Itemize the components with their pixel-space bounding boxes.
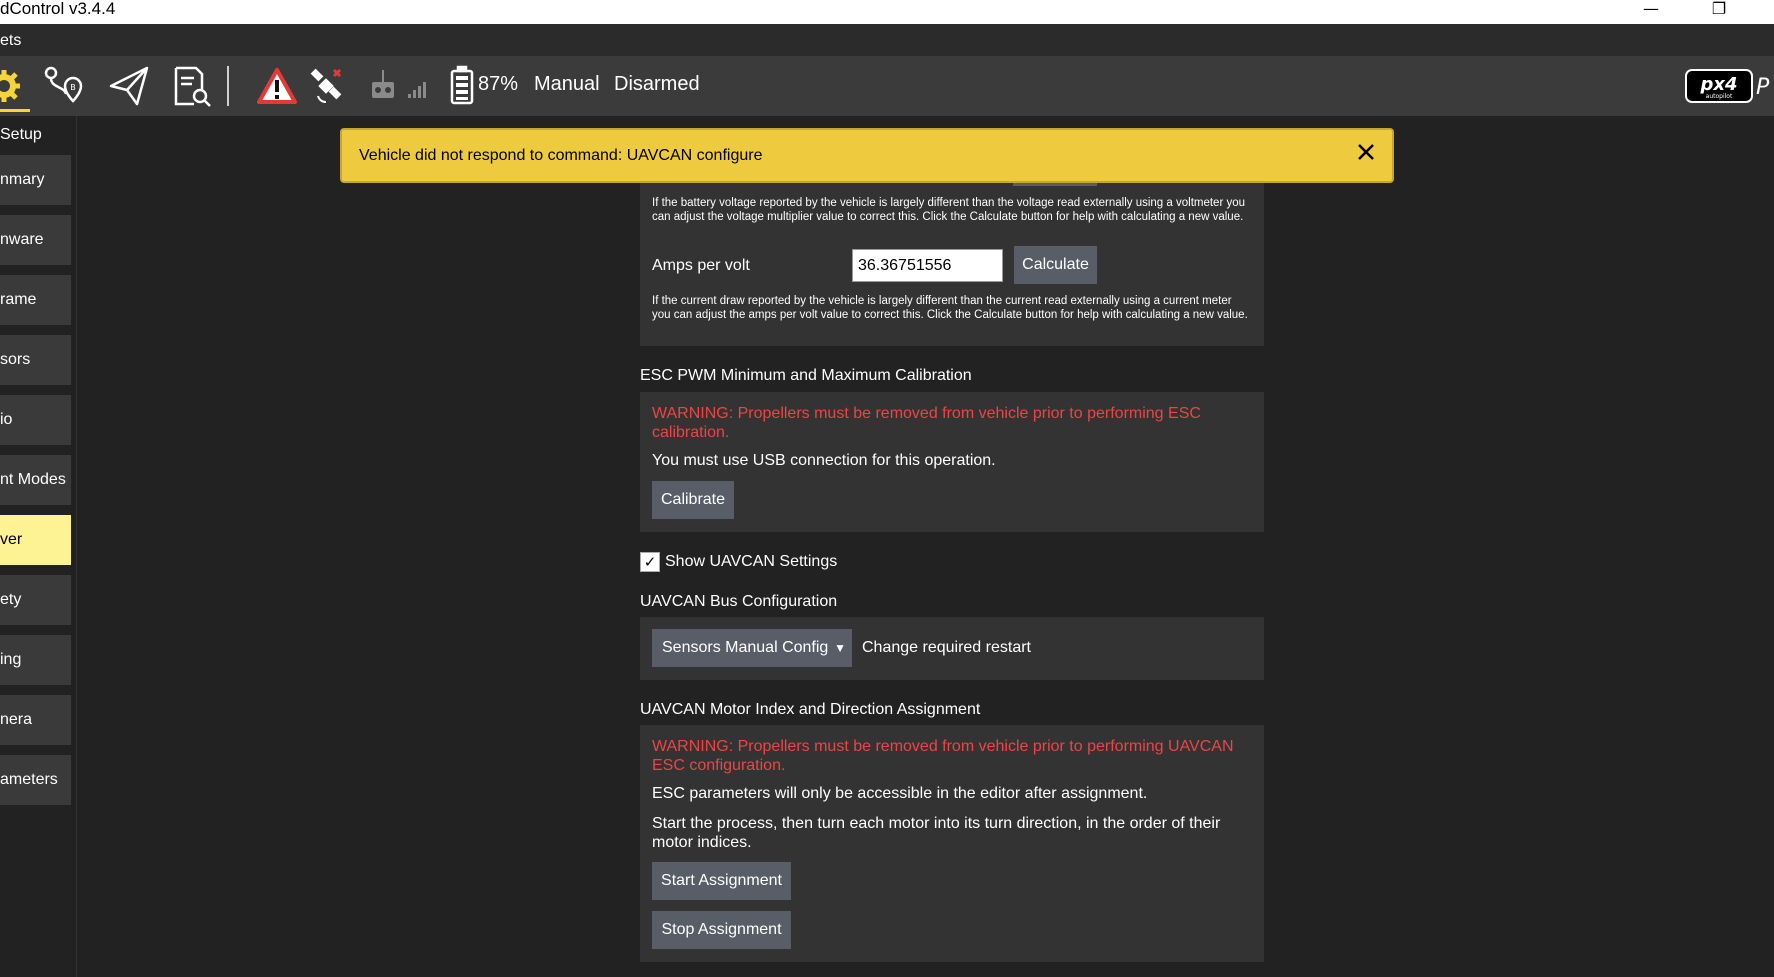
uavcan-bus-title: UAVCAN Bus Configuration	[640, 593, 838, 610]
voltage-help-text: If the battery voltage reported by the v…	[652, 197, 1246, 223]
arm-status[interactable]: Disarmed	[614, 73, 700, 96]
show-uavcan-checkbox[interactable]: ✓	[640, 552, 660, 572]
fly-paper-plane-icon[interactable]	[107, 64, 151, 108]
sidebar-item-airframe[interactable]: rame	[0, 275, 71, 325]
amps-calculate-button[interactable]: Calculate	[1014, 246, 1097, 284]
uavcan-warning-text: WARNING: Propellers must be removed from…	[652, 738, 1234, 774]
sidebar-item-summary[interactable]: nmary	[0, 155, 71, 205]
px4-logo: px4 autopilot P	[1684, 68, 1774, 104]
assignment-instructions: Start the process, then turn each motor …	[652, 815, 1221, 851]
sidebar-item-radio[interactable]: io	[0, 395, 71, 445]
amps-per-volt-label: Amps per volt	[652, 257, 750, 274]
start-assignment-button[interactable]: Start Assignment	[652, 862, 791, 900]
svg-text:B: B	[70, 83, 76, 92]
sidebar-item-firmware[interactable]: nware	[0, 215, 71, 265]
sidebar-item-power[interactable]: ver	[0, 515, 71, 565]
uavcan-bus-selected: Sensors Manual Config	[662, 639, 829, 656]
show-uavcan-label[interactable]: Show UAVCAN Settings	[665, 553, 837, 571]
sidebar-item-sensors[interactable]: sors	[0, 335, 71, 385]
satellite-icon[interactable]	[304, 64, 348, 108]
main-toolbar: B 87% Manual Disarmed px4 autopilot P	[0, 56, 1774, 116]
notification-banner: Vehicle did not respond to command: UAVC…	[340, 128, 1394, 183]
calibrate-button[interactable]: Calibrate	[652, 481, 734, 519]
sidebar-item-safety[interactable]: ety	[0, 575, 71, 625]
esc-calibration-title: ESC PWM Minimum and Maximum Calibration	[640, 367, 972, 384]
active-tab-indicator	[0, 109, 30, 112]
uavcan-motor-title: UAVCAN Motor Index and Direction Assignm…	[640, 701, 981, 718]
notification-message: Vehicle did not respond to command: UAVC…	[359, 147, 763, 164]
restart-note-text: Change required restart	[862, 639, 1031, 656]
menu-item[interactable]: ets	[0, 32, 21, 50]
sidebar-item-parameters[interactable]: ameters	[0, 755, 71, 805]
svg-text:autopilot: autopilot	[1706, 93, 1733, 100]
restore-button[interactable]: ❐	[1696, 0, 1742, 24]
esc-params-note: ESC parameters will only be accessible i…	[652, 785, 1148, 802]
amps-help-text: If the current draw reported by the vehi…	[652, 295, 1248, 321]
svg-text:P: P	[1756, 75, 1770, 100]
title-bar: dControl v3.4.4 — ❐	[0, 0, 1774, 24]
sidebar-item-tuning[interactable]: ing	[0, 635, 71, 685]
menu-bar: ets	[0, 24, 1774, 56]
flight-mode[interactable]: Manual	[534, 73, 600, 96]
sidebar-title: Setup	[0, 126, 42, 143]
sidebar-divider	[76, 116, 77, 977]
chevron-down-icon: ▼	[834, 641, 846, 655]
esc-warning-text: WARNING: Propellers must be removed from…	[652, 405, 1201, 441]
analyze-document-icon[interactable]	[170, 64, 214, 108]
plan-route-icon[interactable]: B	[42, 64, 86, 108]
sidebar-item-camera[interactable]: nera	[0, 695, 71, 745]
window-title: dControl v3.4.4	[0, 0, 116, 18]
stop-assignment-button[interactable]: Stop Assignment	[652, 911, 791, 949]
close-icon[interactable]	[1354, 140, 1378, 164]
amps-per-volt-input[interactable]	[852, 249, 1003, 282]
warning-icon[interactable]	[255, 64, 299, 108]
gear-icon[interactable]	[0, 64, 26, 108]
signal-bars-icon	[400, 64, 444, 108]
sidebar-item-flight-modes[interactable]: nt Modes	[0, 455, 71, 505]
uavcan-bus-select[interactable]: Sensors Manual Config ▼	[652, 629, 852, 667]
svg-text:px4: px4	[1699, 74, 1737, 95]
minimize-button[interactable]: —	[1628, 0, 1674, 24]
battery-percent[interactable]: 87%	[478, 73, 518, 96]
usb-note-text: You must use USB connection for this ope…	[652, 452, 996, 469]
toolbar-divider	[227, 66, 229, 106]
